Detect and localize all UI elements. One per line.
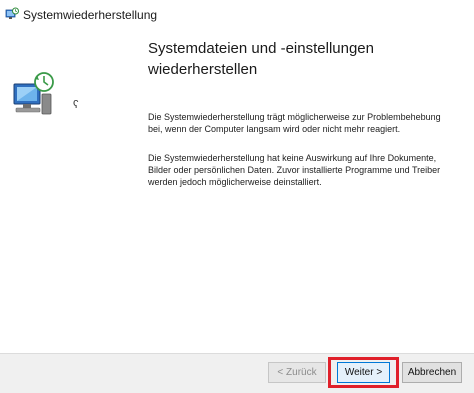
page-heading: Systemdateien und -einstellungen wiederh… [148, 40, 374, 78]
mouse-cursor-icon: ʕ [73, 99, 79, 111]
back-button[interactable]: < Zurück [268, 362, 326, 383]
system-restore-computer-icon [10, 70, 60, 120]
cancel-button[interactable]: Abbrechen [402, 362, 462, 383]
description-paragraph-2: Die Systemwiederherstellung hat keine Au… [148, 153, 441, 187]
description-paragraph-1: Die Systemwiederherstellung trägt möglic… [148, 112, 441, 134]
system-restore-icon [5, 7, 19, 21]
system-restore-window: Systemwiederherstellung ʕ Systemdateien … [0, 0, 474, 393]
side-panel: ʕ [0, 30, 120, 353]
title-bar[interactable]: Systemwiederherstellung [0, 0, 474, 30]
next-button[interactable]: Weiter > [337, 362, 390, 383]
window-title: Systemwiederherstellung [23, 8, 158, 22]
